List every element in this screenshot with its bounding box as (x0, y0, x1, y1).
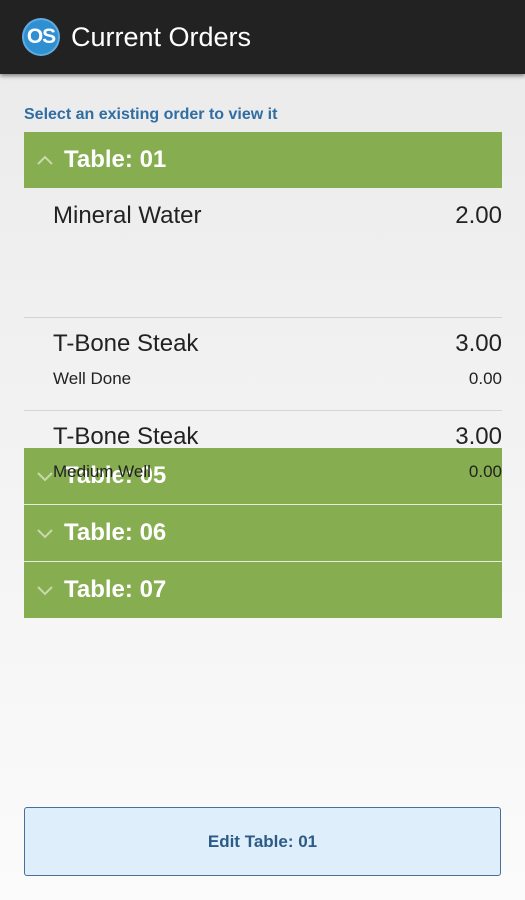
order-items-table-01: Mineral Water 2.00 T-Bone Steak 3.00 Wel… (24, 188, 502, 481)
hint-text: Select an existing order to view it (24, 106, 278, 123)
item-name: T-Bone Steak (53, 330, 199, 357)
edit-table-button[interactable]: Edit Table: 01 (24, 807, 501, 876)
chevron-up-icon (37, 155, 53, 165)
app-logo[interactable]: OS (22, 18, 60, 56)
table-header-01[interactable]: Table: 01 (24, 132, 502, 188)
modifier-price: 0.00 (468, 369, 502, 388)
table-label: Table: 06 (64, 519, 167, 546)
table-header-06[interactable]: Table: 06 (24, 504, 502, 561)
item-price: 3.00 (455, 423, 502, 450)
list-item[interactable]: Mineral Water 2.00 (24, 188, 502, 318)
table-label: Table: 07 (64, 576, 167, 603)
chevron-down-icon (37, 586, 53, 596)
page-title: Current Orders (71, 22, 252, 52)
item-name: Mineral Water (53, 202, 202, 229)
table-header-07[interactable]: Table: 07 (24, 561, 502, 618)
item-price: 2.00 (455, 202, 502, 229)
table-label: Table: 01 (64, 146, 167, 173)
item-name: T-Bone Steak (53, 423, 199, 450)
list-item[interactable]: T-Bone Steak 3.00 Well Done 0.00 (24, 318, 502, 410)
list-item[interactable]: T-Bone Steak 3.00 Medium Well 0.00 (24, 411, 502, 504)
action-bar: OS Current Orders (0, 0, 525, 74)
modifier-name: Medium Well (53, 462, 151, 481)
modifier-price: 0.00 (468, 462, 502, 481)
item-price: 3.00 (455, 330, 502, 357)
order-list: Table: 01 Mineral Water 2.00 T-Bone Stea… (24, 132, 502, 618)
modifier-name: Well Done (53, 369, 132, 388)
chevron-down-icon (37, 529, 53, 539)
